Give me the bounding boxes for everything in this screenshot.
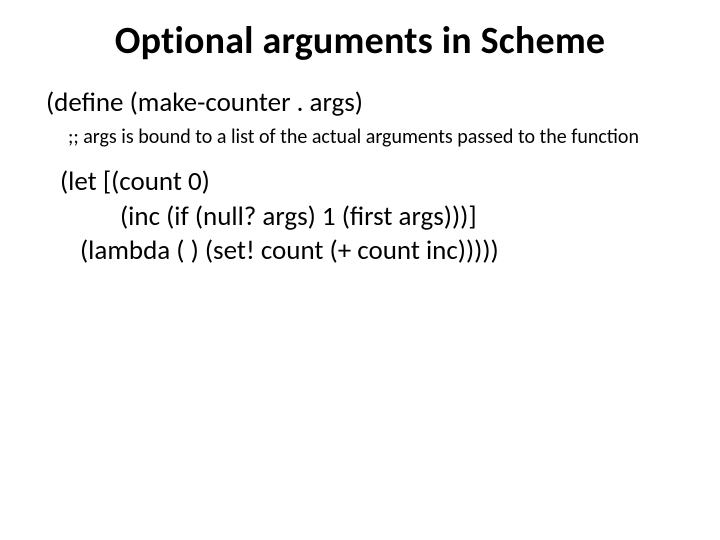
code-define-line: (define (make-counter . args) bbox=[46, 86, 680, 119]
code-inc-line: (inc (if (null? args) 1 (first args)))] bbox=[120, 200, 680, 235]
code-comment: ;; args is bound to a list of the actual… bbox=[68, 125, 650, 149]
code-lambda-line: (lambda ( ) (set! count (+ count inc))))… bbox=[80, 234, 680, 269]
code-let-line: (let [(count 0) bbox=[60, 165, 680, 200]
slide-title: Optional arguments in Scheme bbox=[40, 18, 680, 64]
slide: Optional arguments in Scheme (define (ma… bbox=[0, 0, 720, 540]
